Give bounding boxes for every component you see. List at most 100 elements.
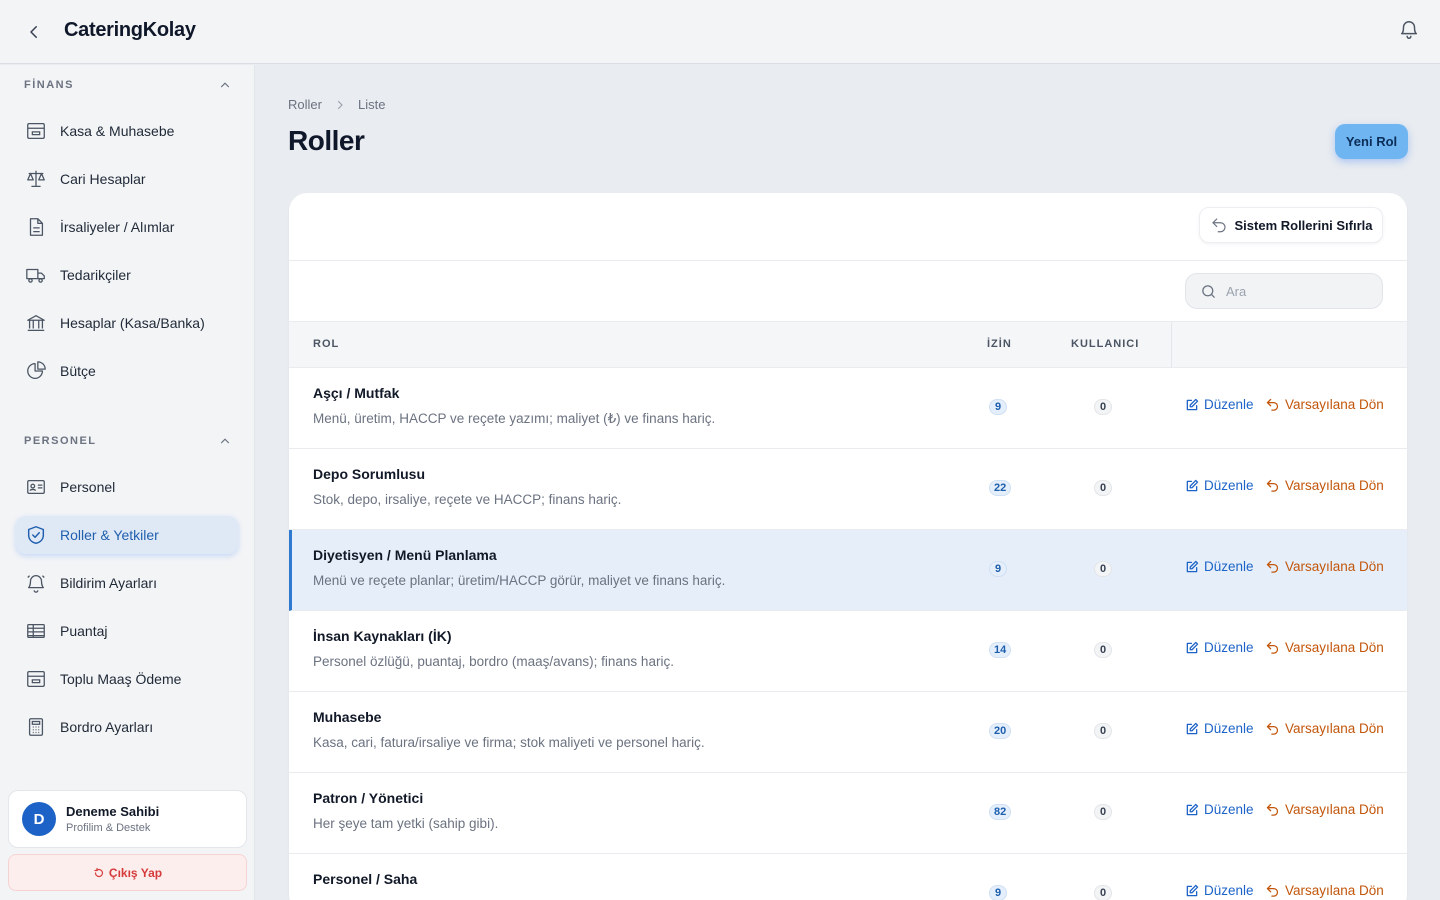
edit-role-button[interactable]: Düzenle	[1185, 802, 1254, 817]
edit-icon	[1186, 560, 1199, 572]
sidebar-item-label: Bütçe	[60, 363, 96, 379]
undo-icon	[1266, 884, 1279, 897]
permission-count-badge: 14	[989, 642, 1012, 658]
edit-label: Düzenle	[1204, 640, 1254, 655]
table-row[interactable]: Patron / Yönetici Her şeye tam yetki (sah…	[289, 773, 1407, 854]
notifications-button[interactable]	[1398, 19, 1424, 45]
column-header-permissions: İZİN	[987, 338, 1012, 350]
sidebar-item-tedarikciler[interactable]: Tedarikçiler	[16, 256, 238, 294]
role-name: İnsan Kaynakları (İK)	[313, 628, 452, 644]
sidebar-item-label: Tedarikçiler	[60, 267, 131, 283]
logout-button[interactable]: Çıkış Yap	[8, 854, 247, 891]
edit-role-button[interactable]: Düzenle	[1185, 721, 1254, 736]
reset-to-default-button[interactable]: Varsayılana Dön	[1265, 802, 1384, 817]
section-header-finans[interactable]: FİNANS	[24, 75, 232, 95]
user-profile-card[interactable]: D Deneme Sahibi Profilim & Destek	[8, 790, 247, 848]
undo-icon	[1266, 641, 1279, 654]
roles-card: Sistem Rollerini Sıfırla ROL İZİN KULLAN…	[289, 193, 1407, 900]
edit-role-button[interactable]: Düzenle	[1185, 883, 1254, 898]
role-description: Menü ve reçete planlar; üretim/HACCP gör…	[313, 573, 726, 588]
sidebar-item-cari-hesaplar[interactable]: Cari Hesaplar	[16, 160, 238, 198]
permission-count-badge: 20	[989, 723, 1012, 739]
sidebar-item-bildirim-ayarlari[interactable]: Bildirim Ayarları	[16, 564, 238, 602]
sidebar-item-label: Kasa & Muhasebe	[60, 123, 175, 139]
sidebar-item-personel[interactable]: Personel	[16, 468, 238, 506]
search-input[interactable]	[1226, 283, 1376, 299]
user-name: Deneme Sahibi	[66, 804, 160, 819]
sidebar-item-label: Cari Hesaplar	[60, 171, 146, 187]
inbox-tray-icon	[24, 119, 48, 143]
edit-role-button[interactable]: Düzenle	[1185, 640, 1254, 655]
reset-to-default-button[interactable]: Varsayılana Dön	[1265, 397, 1384, 412]
back-button[interactable]	[20, 18, 48, 46]
user-subtitle: Profilim & Destek	[66, 822, 151, 834]
table-row[interactable]: Diyetisyen / Menü Planlama Menü ve reçete…	[289, 530, 1407, 611]
section-header-personel[interactable]: PERSONEL	[24, 431, 232, 451]
table-row[interactable]: Aşçı / Mutfak Menü, üretim, HACCP ve reçe…	[289, 368, 1407, 449]
sidebar-item-toplu-maas-odeme[interactable]: Toplu Maaş Ödeme	[16, 660, 238, 698]
permission-count-badge: 82	[989, 804, 1012, 820]
user-count-badge: 0	[1094, 561, 1112, 577]
reset-system-roles-label: Sistem Rollerini Sıfırla	[1234, 217, 1373, 233]
power-icon	[94, 867, 104, 877]
divider	[289, 260, 1407, 261]
sidebar-item-bordro-ayarlari[interactable]: Bordro Ayarları	[16, 708, 238, 746]
table-row[interactable]: Depo Sorumlusu Stok, depo, irsaliye, reçe…	[289, 449, 1407, 530]
sidebar-item-kasa-muhasebe[interactable]: Kasa & Muhasebe	[16, 112, 238, 150]
breadcrumb-parent[interactable]: Roller	[288, 97, 322, 112]
chevron-up-icon	[220, 82, 230, 88]
scale-icon	[24, 167, 48, 191]
role-description: Stok, depo, irsaliye, reçete ve HACCP; f…	[313, 492, 622, 507]
truck-icon	[24, 263, 48, 287]
chevron-up-icon	[220, 438, 230, 444]
new-role-button[interactable]: Yeni Rol	[1335, 124, 1408, 159]
bank-icon	[24, 311, 48, 335]
edit-icon	[1186, 803, 1199, 815]
undo-icon	[1266, 560, 1279, 573]
breadcrumb-current: Liste	[357, 97, 386, 112]
sidebar-item-label: Toplu Maaş Ödeme	[60, 671, 182, 687]
user-count-badge: 0	[1094, 804, 1112, 820]
reset-to-default-button[interactable]: Varsayılana Dön	[1265, 478, 1384, 493]
reset-to-default-button[interactable]: Varsayılana Dön	[1265, 640, 1384, 655]
reset-to-default-button[interactable]: Varsayılana Dön	[1265, 559, 1384, 574]
search-box[interactable]	[1185, 273, 1383, 309]
reset-to-default-button[interactable]: Varsayılana Dön	[1265, 721, 1384, 736]
table-row[interactable]: Muhasebe Kasa, cari, fatura/irsaliye ve f…	[289, 692, 1407, 773]
role-description: Menü, üretim, HACCP ve reçete yazımı; ma…	[313, 411, 716, 426]
edit-label: Düzenle	[1204, 883, 1254, 898]
edit-label: Düzenle	[1204, 802, 1254, 817]
column-divider	[1171, 322, 1172, 367]
sidebar-item-puantaj[interactable]: Puantaj	[16, 612, 238, 650]
sidebar-item-hesaplar[interactable]: Hesaplar (Kasa/Banka)	[16, 304, 238, 342]
role-description: Kasa, cari, fatura/irsaliye ve firma; st…	[313, 735, 705, 750]
page-title: Roller	[288, 125, 365, 156]
permission-count-badge: 9	[989, 399, 1007, 415]
edit-icon	[1186, 641, 1199, 653]
edit-role-button[interactable]: Düzenle	[1185, 478, 1254, 493]
bell-icon	[24, 571, 48, 595]
sidebar-item-label: Puantaj	[60, 623, 108, 639]
app-title: CateringKolay	[64, 19, 196, 41]
sidebar-item-butce[interactable]: Bütçe	[16, 352, 238, 390]
reset-to-default-label: Varsayılana Dön	[1285, 640, 1384, 655]
permission-count-badge: 9	[989, 885, 1007, 900]
edit-role-button[interactable]: Düzenle	[1185, 559, 1254, 574]
reset-to-default-button[interactable]: Varsayılana Dön	[1265, 883, 1384, 898]
table-row[interactable]: Personel / Saha 9 0 Düzenle Varsayılana Dön	[289, 854, 1407, 900]
user-count-badge: 0	[1094, 642, 1112, 658]
role-name: Personel / Saha	[313, 871, 418, 887]
sidebar-item-roller-yetkiler[interactable]: Roller & Yetkiler	[16, 516, 238, 554]
table-row[interactable]: İnsan Kaynakları (İK) Personel özlüğü, pu…	[289, 611, 1407, 692]
role-description: Personel özlüğü, puantaj, bordro (maaş/a…	[313, 654, 674, 669]
column-header-role: ROL	[313, 338, 340, 350]
role-name: Depo Sorumlusu	[313, 466, 426, 482]
sidebar-item-irsaliyeler[interactable]: İrsaliyeler / Alımlar	[16, 208, 238, 246]
breadcrumb: Roller Liste	[288, 97, 385, 112]
edit-label: Düzenle	[1204, 559, 1254, 574]
edit-role-button[interactable]: Düzenle	[1185, 397, 1254, 412]
reset-to-default-label: Varsayılana Dön	[1285, 559, 1384, 574]
reset-system-roles-button[interactable]: Sistem Rollerini Sıfırla	[1199, 207, 1383, 243]
section-label: FİNANS	[24, 79, 74, 91]
user-count-badge: 0	[1094, 480, 1112, 496]
